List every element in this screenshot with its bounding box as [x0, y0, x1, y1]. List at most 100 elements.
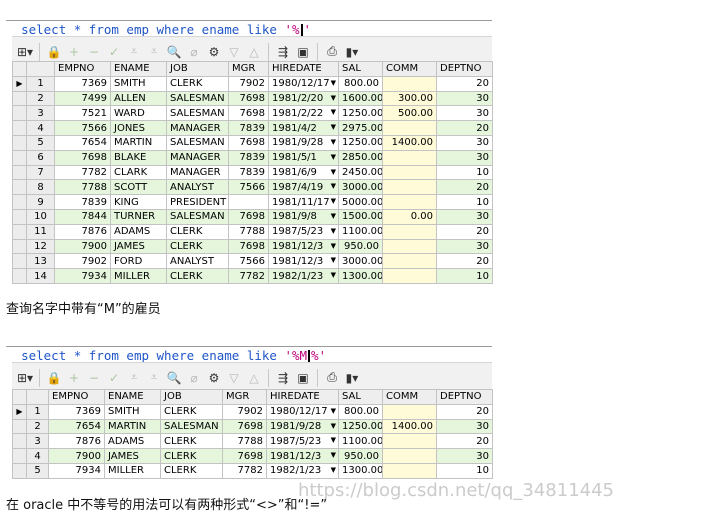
cell-ename[interactable]: WARD [110, 105, 167, 122]
table-row[interactable]: 2 7499 ALLEN SALESMAN 7698 1981/2/20 ▼ 1600.00 3… [12, 90, 493, 107]
add-row-icon[interactable]: + [65, 43, 83, 61]
cell-ename[interactable]: SMITH [110, 75, 167, 92]
cell-hiredate[interactable]: 1980/12/17 ▼ [268, 75, 339, 92]
date-dropdown-icon[interactable]: ▼ [331, 136, 336, 149]
cell-sal[interactable]: 950.00 [338, 238, 383, 255]
cell-empno[interactable]: 7934 [48, 462, 105, 479]
post-changes-icon[interactable]: ✓ [105, 369, 123, 387]
next-icon[interactable]: ▽ [225, 43, 243, 61]
cell-sal[interactable]: 800.00 [338, 403, 383, 420]
cell-mgr[interactable]: 7698 [222, 418, 267, 435]
cell-deptno[interactable]: 30 [436, 448, 493, 464]
cell-sal[interactable]: 1250.00 [338, 105, 383, 122]
cell-ename[interactable]: ALLEN [110, 90, 167, 107]
chart-icon[interactable]: ▮▾ [343, 43, 361, 61]
cell-deptno[interactable]: 30 [436, 90, 493, 107]
table-row[interactable]: 3 7876 ADAMS CLERK 7788 1987/5/23 ▼ 1100.00 20 [12, 433, 493, 450]
cell-job[interactable]: SALESMAN [166, 208, 229, 225]
cell-comm[interactable] [382, 223, 437, 240]
cell-empno[interactable]: 7876 [54, 223, 111, 240]
row-number[interactable]: 11 [26, 223, 55, 240]
cell-mgr[interactable]: 7788 [222, 433, 267, 450]
cell-mgr[interactable]: 7698 [228, 208, 269, 225]
row-number[interactable]: 5 [26, 134, 55, 151]
cell-deptno[interactable]: 30 [436, 105, 493, 122]
cell-job[interactable]: CLERK [166, 223, 229, 240]
cell-job[interactable]: CLERK [166, 268, 229, 284]
date-dropdown-icon[interactable]: ▼ [331, 210, 336, 223]
grid-menu-icon[interactable]: ⊞▾ [16, 43, 34, 61]
row-number[interactable]: 9 [26, 194, 55, 210]
date-dropdown-icon[interactable]: ▼ [331, 405, 336, 418]
cell-mgr[interactable]: 7902 [228, 75, 269, 92]
cell-empno[interactable]: 7698 [54, 149, 111, 166]
cell-hiredate[interactable]: 1981/2/22 ▼ [268, 105, 339, 122]
date-dropdown-icon[interactable]: ▼ [331, 92, 336, 105]
cell-job[interactable]: MANAGER [166, 149, 229, 166]
cell-hiredate[interactable]: 1981/11/17 ▼ [268, 194, 339, 210]
table-row[interactable]: 2 7654 MARTIN SALESMAN 7698 1981/9/28 ▼ 1250.00… [12, 418, 493, 435]
previous-icon[interactable]: △ [245, 369, 263, 387]
cell-ename[interactable]: SCOTT [110, 179, 167, 196]
cell-mgr[interactable]: 7566 [228, 179, 269, 196]
table-row[interactable]: 3 7521 WARD SALESMAN 7698 1981/2/22 ▼ 1250.00 50… [12, 105, 493, 122]
col-header[interactable]: COMM [382, 61, 437, 77]
col-header[interactable]: JOB [160, 389, 223, 405]
cell-hiredate[interactable]: 1981/12/3 ▼ [268, 253, 339, 270]
save-icon[interactable]: ▣ [294, 43, 312, 61]
row-number[interactable]: 2 [26, 418, 49, 435]
cell-mgr[interactable]: 7839 [228, 164, 269, 181]
cell-ename[interactable]: MILLER [110, 268, 167, 284]
delete-row-icon[interactable]: − [85, 43, 103, 61]
cell-mgr[interactable]: 7698 [228, 105, 269, 122]
cell-comm[interactable] [382, 433, 437, 450]
col-header[interactable]: HIREDATE [268, 61, 339, 77]
cell-hiredate[interactable]: 1981/9/28 ▼ [266, 418, 339, 435]
cell-hiredate[interactable]: 1980/12/17 ▼ [266, 403, 339, 420]
col-header[interactable]: DEPTNO [436, 389, 493, 405]
cell-comm[interactable] [382, 403, 437, 420]
cell-comm[interactable]: 1400.00 [382, 134, 437, 151]
cell-empno[interactable]: 7654 [54, 134, 111, 151]
cell-job[interactable]: CLERK [160, 403, 223, 420]
cell-comm[interactable] [382, 268, 437, 284]
cell-comm[interactable] [382, 120, 437, 136]
cell-job[interactable]: ANALYST [166, 253, 229, 270]
table-row[interactable]: 7 7782 CLARK MANAGER 7839 1981/6/9 ▼ 2450.00 10 [12, 164, 493, 181]
cell-hiredate[interactable]: 1981/9/8 ▼ [268, 208, 339, 225]
cell-job[interactable]: SALESMAN [166, 90, 229, 107]
table-row[interactable]: ▶ 1 7369 SMITH CLERK 7902 1980/12/17 ▼ 800.00 20 [12, 403, 493, 420]
cell-sal[interactable]: 1100.00 [338, 433, 383, 450]
cell-comm[interactable]: 1400.00 [382, 418, 437, 435]
col-header[interactable]: EMPNO [54, 61, 111, 77]
col-header[interactable]: DEPTNO [436, 61, 493, 77]
cell-mgr[interactable]: 7566 [228, 253, 269, 270]
table-row[interactable]: 4 7900 JAMES CLERK 7698 1981/12/3 ▼ 950.00 30 [12, 448, 493, 464]
date-dropdown-icon[interactable]: ▼ [331, 196, 336, 209]
cell-deptno[interactable]: 10 [436, 268, 493, 284]
cell-empno[interactable]: 7369 [54, 75, 111, 92]
cell-hiredate[interactable]: 1981/12/3 ▼ [266, 448, 339, 464]
row-number[interactable]: 10 [26, 208, 55, 225]
cell-job[interactable]: PRESIDENT [166, 194, 229, 210]
cell-job[interactable]: SALESMAN [166, 105, 229, 122]
cell-job[interactable]: SALESMAN [160, 418, 223, 435]
cell-sal[interactable]: 800.00 [338, 75, 383, 92]
clear-icon[interactable]: ⌀ [185, 43, 203, 61]
filter-clear-icon[interactable]: ⩡ [145, 369, 163, 387]
cell-sal[interactable]: 1300.00 [338, 462, 383, 479]
date-dropdown-icon[interactable]: ▼ [331, 166, 336, 179]
cell-empno[interactable]: 7900 [54, 238, 111, 255]
sql-editor-2[interactable]: select * from emp where ename like '%M %' [6, 326, 492, 364]
cell-sal[interactable]: 1300.00 [338, 268, 383, 284]
cell-job[interactable]: CLERK [166, 238, 229, 255]
cell-job[interactable]: CLERK [166, 75, 229, 92]
col-header[interactable]: MGR [228, 61, 269, 77]
cell-hiredate[interactable]: 1987/4/19 ▼ [268, 179, 339, 196]
cell-comm[interactable] [382, 194, 437, 210]
cell-comm[interactable] [382, 75, 437, 92]
date-dropdown-icon[interactable]: ▼ [331, 240, 336, 253]
col-header[interactable]: JOB [166, 61, 229, 77]
cell-hiredate[interactable]: 1981/4/2 ▼ [268, 120, 339, 136]
col-header[interactable]: EMPNO [48, 389, 105, 405]
